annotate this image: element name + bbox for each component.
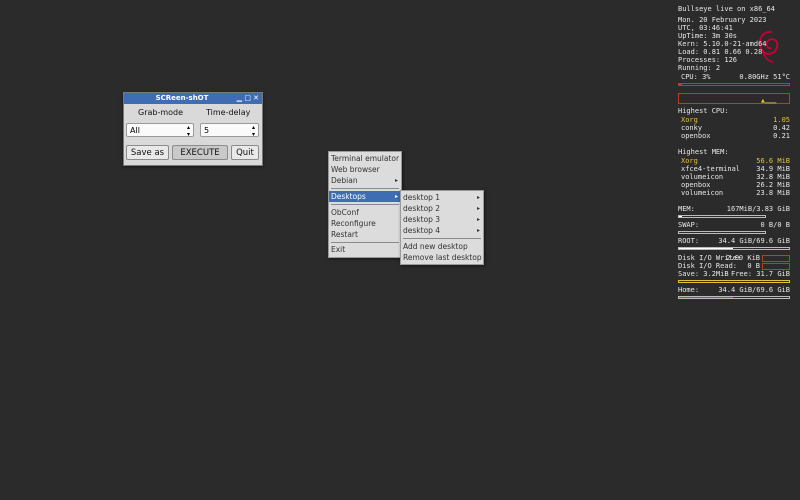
menu-item-reconfigure[interactable]: Reconfigure (329, 218, 401, 229)
time-delay-select[interactable]: 5 ▴ ▾ (200, 123, 259, 138)
menu-item-restart[interactable]: Restart (329, 229, 401, 240)
cpu-graph: ▲▁▁▁ (678, 93, 790, 104)
conky-cpu-row: CPU: 3% 0.80GHz 51°C (678, 73, 790, 82)
save-as-button[interactable]: Save as (126, 145, 169, 160)
cpu-bar (678, 83, 790, 86)
submenu-arrow-icon: ▸ (476, 194, 480, 201)
conky-swap-row: SWAP: 0 B/0 B (678, 221, 790, 229)
menu-item-debian[interactable]: Debian ▸ (329, 175, 401, 186)
home-bar (678, 296, 790, 299)
submenu-arrow-icon: ▸ (476, 205, 480, 212)
menu-item-obconf[interactable]: ObConf (329, 207, 401, 218)
mem-bar (678, 215, 766, 218)
close-icon[interactable]: ✕ (253, 93, 259, 104)
root-bar (678, 247, 790, 250)
menu-separator (331, 188, 399, 189)
grab-mode-value: All (130, 126, 140, 135)
maximize-icon[interactable]: □ (244, 93, 251, 104)
menu-item-exit[interactable]: Exit (329, 244, 401, 255)
cpu-freq: 0.80GHz 51°C (739, 73, 790, 81)
disk-read-graph (762, 263, 790, 270)
save-bar (678, 280, 790, 283)
menu-separator (331, 242, 399, 243)
swap-bar (678, 231, 766, 234)
time-delay-label: Time-delay (206, 108, 251, 117)
window-title: SCReen-shOT (155, 94, 209, 102)
quit-button[interactable]: Quit (231, 145, 259, 160)
submenu-arrow-icon: ▸ (476, 227, 480, 234)
minimize-icon[interactable]: ▁ (237, 93, 242, 104)
grab-mode-label: Grab-mode (138, 108, 184, 117)
conky-mem-row: MEM: 167MiB/3.83 GiB (678, 205, 790, 213)
disk-save-row: Save: 3.2MiB Free: 31.7 GiB (678, 270, 790, 278)
highest-cpu-title: Highest CPU: (678, 107, 729, 115)
menu-item-remove-desktop[interactable]: Remove last desktop (401, 252, 483, 263)
graph-spike-icon: ▲▁▁▁ (761, 98, 777, 104)
conky-root-row: ROOT: 34.4 GiB/69.6 GiB (678, 237, 790, 245)
spin-arrows-icon: ▴ ▾ (186, 124, 190, 138)
window-titlebar[interactable]: SCReen-shOT ▁ □ ✕ (124, 93, 262, 104)
menu-separator (331, 204, 399, 205)
submenu-arrow-icon: ▸ (394, 177, 398, 184)
highest-mem-title: Highest MEM: (678, 148, 729, 156)
screenshot-window: SCReen-shOT ▁ □ ✕ Grab-mode Time-delay A… (123, 92, 263, 166)
menu-item-desktops[interactable]: Desktops ▸ (329, 191, 401, 202)
menu-item-add-desktop[interactable]: Add new desktop (401, 241, 483, 252)
menu-item-terminal-emulator[interactable]: Terminal emulator (329, 153, 401, 164)
root-menu: Terminal emulator Web browser Debian ▸ De… (328, 151, 402, 258)
mem-proc-row: volumeicon 23.8 MiB (681, 189, 790, 197)
submenu-arrow-icon: ▸ (476, 216, 480, 223)
conky-home-row: Home: 34.4 GiB/69.6 GiB (678, 286, 790, 294)
menu-item-web-browser[interactable]: Web browser (329, 164, 401, 175)
submenu-arrow-icon: ▸ (394, 193, 398, 200)
spin-arrows-icon: ▴ ▾ (251, 124, 255, 138)
menu-item-desktop-1[interactable]: desktop 1 ▸ (401, 192, 483, 203)
cpu-proc-row: openbox 0.21 (681, 132, 790, 140)
menu-item-desktop-3[interactable]: desktop 3 ▸ (401, 214, 483, 225)
menu-separator (403, 238, 481, 239)
grab-mode-select[interactable]: All ▴ ▾ (126, 123, 194, 138)
menu-item-desktop-4[interactable]: desktop 4 ▸ (401, 225, 483, 236)
cpu-label: CPU: 3% (681, 73, 711, 81)
desktops-submenu: desktop 1 ▸ desktop 2 ▸ desktop 3 ▸ desktop… (400, 190, 484, 265)
execute-button[interactable]: EXECUTE (172, 145, 228, 160)
menu-item-desktop-2[interactable]: desktop 2 ▸ (401, 203, 483, 214)
disk-write-graph (762, 255, 790, 262)
conky-running: Running: 2 (678, 64, 721, 72)
time-delay-value: 5 (204, 126, 210, 135)
conky-header: Bullseye live on x86_64 (678, 5, 775, 13)
